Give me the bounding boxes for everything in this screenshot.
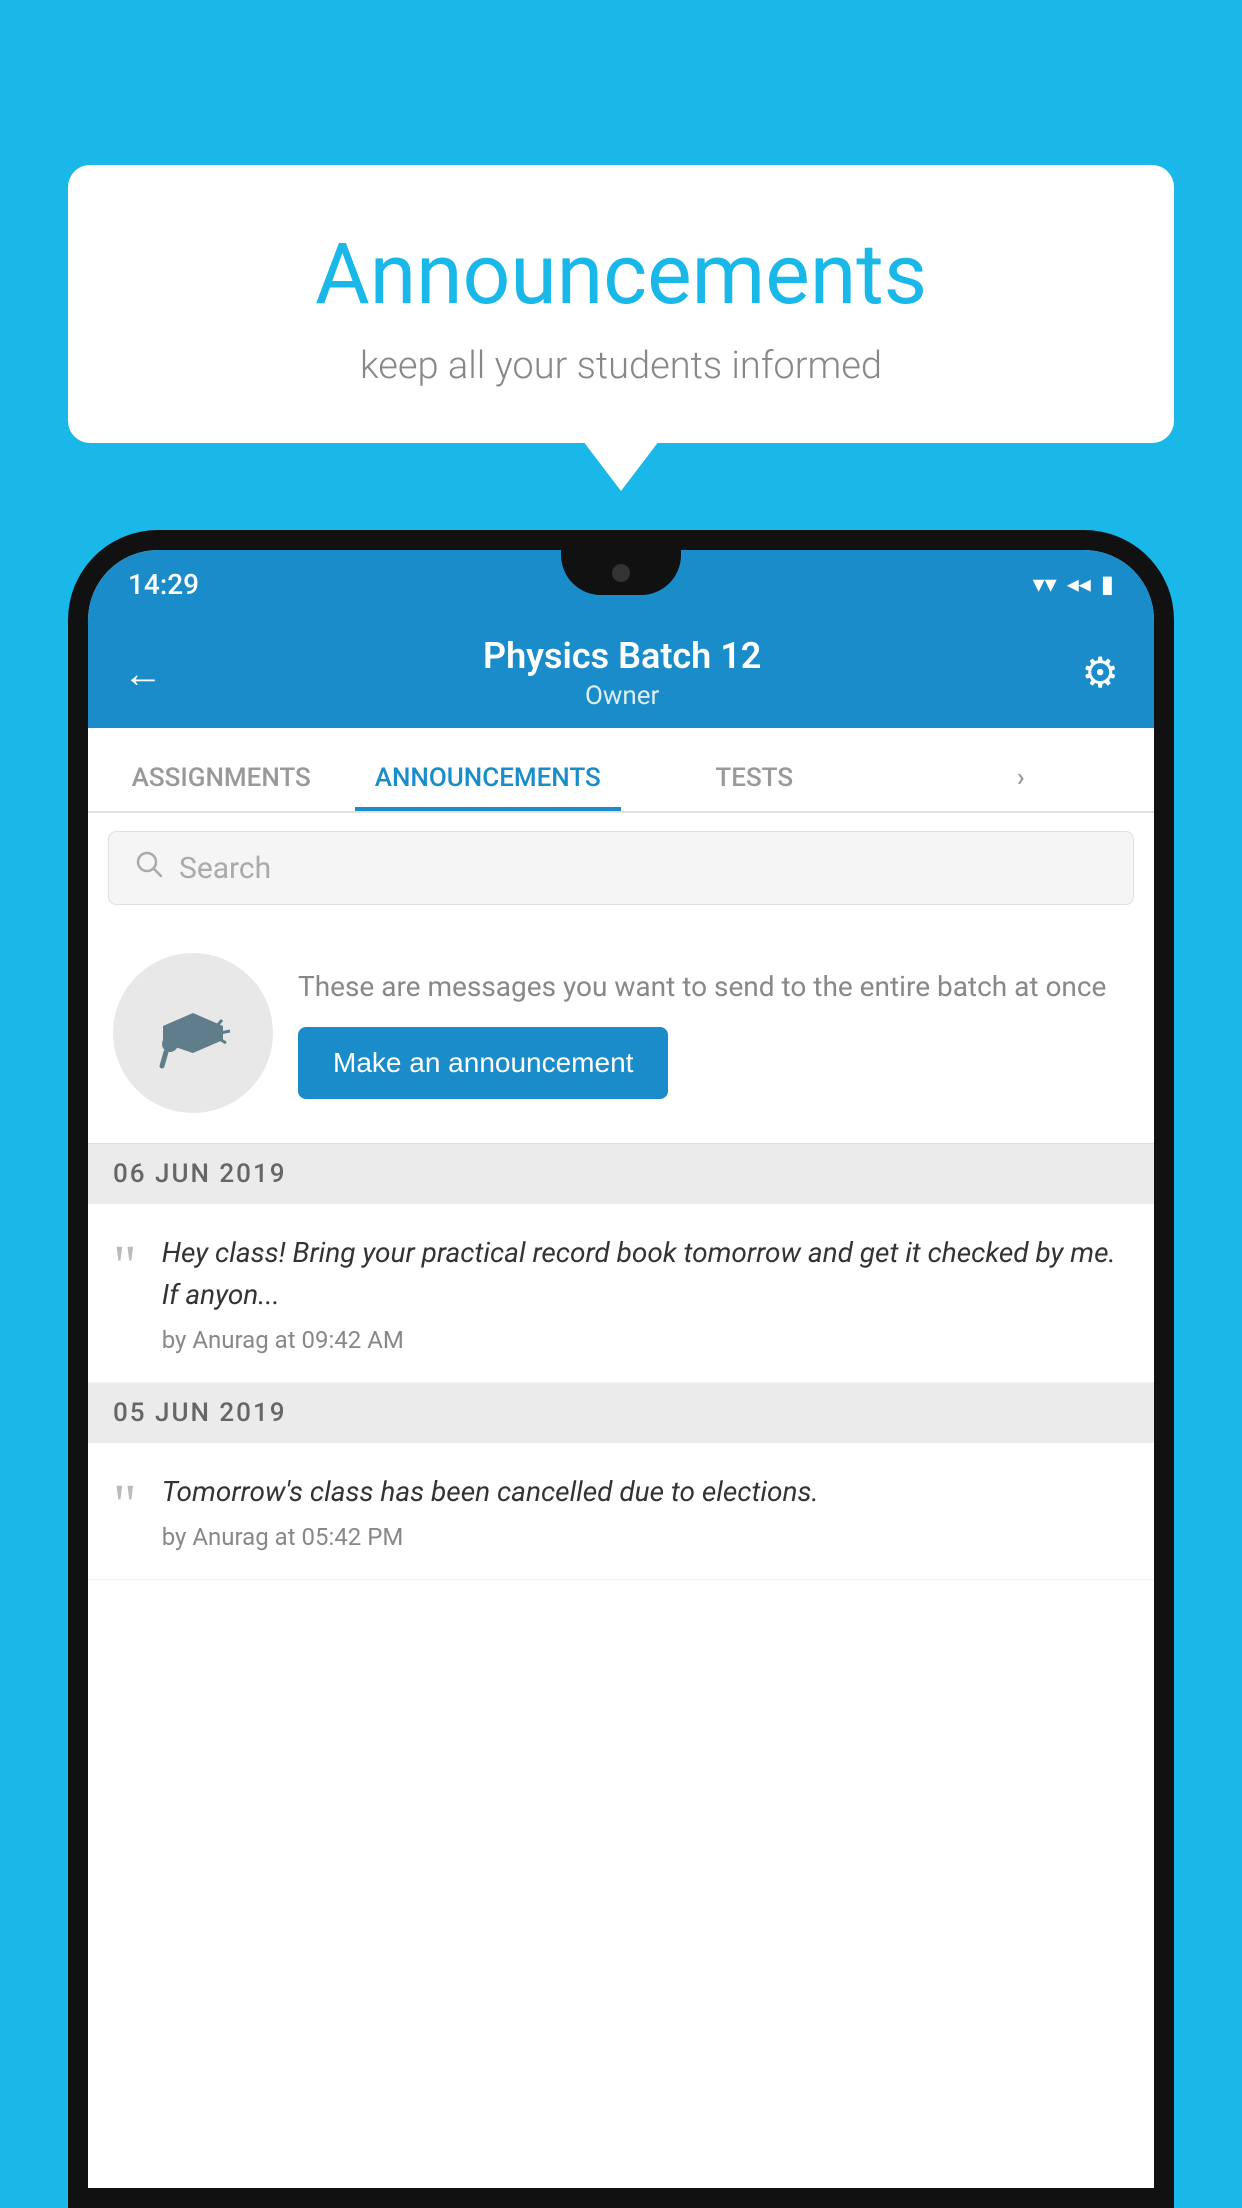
promo-icon — [113, 953, 273, 1113]
quote-icon-2: " — [113, 1476, 137, 1534]
batch-title: Physics Batch 12 — [163, 635, 1081, 677]
bubble-title: Announcements — [108, 225, 1134, 324]
announcement-text-2: Tomorrow's class has been cancelled due … — [162, 1471, 1129, 1513]
app-bar-title: Physics Batch 12 Owner — [163, 635, 1081, 711]
phone-screen: 14:29 ▾▾ ◂◂ ▮ ← Physics Batch 12 Owner ⚙… — [88, 550, 1154, 2188]
battery-icon: ▮ — [1101, 570, 1114, 598]
speech-bubble-container: Announcements keep all your students inf… — [68, 165, 1174, 443]
status-icons: ▾▾ ◂◂ ▮ — [1033, 570, 1114, 598]
search-icon — [134, 848, 164, 888]
tab-bar: ASSIGNMENTS ANNOUNCEMENTS TESTS › — [88, 728, 1154, 813]
signal-icon: ◂◂ — [1067, 570, 1091, 598]
announcement-meta-1: by Anurag at 09:42 AM — [162, 1326, 1129, 1354]
promo-content: These are messages you want to send to t… — [298, 967, 1129, 1098]
tab-tests[interactable]: TESTS — [621, 763, 888, 811]
wifi-icon: ▾▾ — [1033, 570, 1057, 598]
content-area: Search These are messages you want to se… — [88, 813, 1154, 2188]
notch — [561, 550, 681, 595]
status-time: 14:29 — [128, 568, 199, 601]
tab-assignments[interactable]: ASSIGNMENTS — [88, 763, 355, 811]
announcement-item-1[interactable]: " Hey class! Bring your practical record… — [88, 1204, 1154, 1383]
phone-frame: 14:29 ▾▾ ◂◂ ▮ ← Physics Batch 12 Owner ⚙… — [68, 530, 1174, 2208]
tab-more[interactable]: › — [888, 763, 1155, 811]
search-bar[interactable]: Search — [108, 831, 1134, 905]
back-button[interactable]: ← — [123, 650, 163, 697]
tab-announcements[interactable]: ANNOUNCEMENTS — [355, 763, 622, 811]
make-announcement-button[interactable]: Make an announcement — [298, 1027, 668, 1099]
announcement-meta-2: by Anurag at 05:42 PM — [162, 1523, 1129, 1551]
announcement-content-2: Tomorrow's class has been cancelled due … — [162, 1471, 1129, 1551]
bubble-subtitle: keep all your students informed — [108, 344, 1134, 388]
status-bar: 14:29 ▾▾ ◂◂ ▮ — [88, 550, 1154, 618]
date-separator-2: 05 JUN 2019 — [88, 1383, 1154, 1443]
announcement-item-2[interactable]: " Tomorrow's class has been cancelled du… — [88, 1443, 1154, 1580]
settings-icon[interactable]: ⚙ — [1081, 648, 1119, 698]
promo-description: These are messages you want to send to t… — [298, 967, 1129, 1006]
announcement-promo: These are messages you want to send to t… — [88, 923, 1154, 1144]
speech-bubble: Announcements keep all your students inf… — [68, 165, 1174, 443]
app-bar: ← Physics Batch 12 Owner ⚙ — [88, 618, 1154, 728]
quote-icon-1: " — [113, 1237, 137, 1295]
search-placeholder: Search — [179, 851, 271, 886]
camera — [612, 564, 630, 582]
announcement-content-1: Hey class! Bring your practical record b… — [162, 1232, 1129, 1354]
announcement-text-1: Hey class! Bring your practical record b… — [162, 1232, 1129, 1316]
batch-role: Owner — [163, 681, 1081, 711]
date-separator-1: 06 JUN 2019 — [88, 1144, 1154, 1204]
